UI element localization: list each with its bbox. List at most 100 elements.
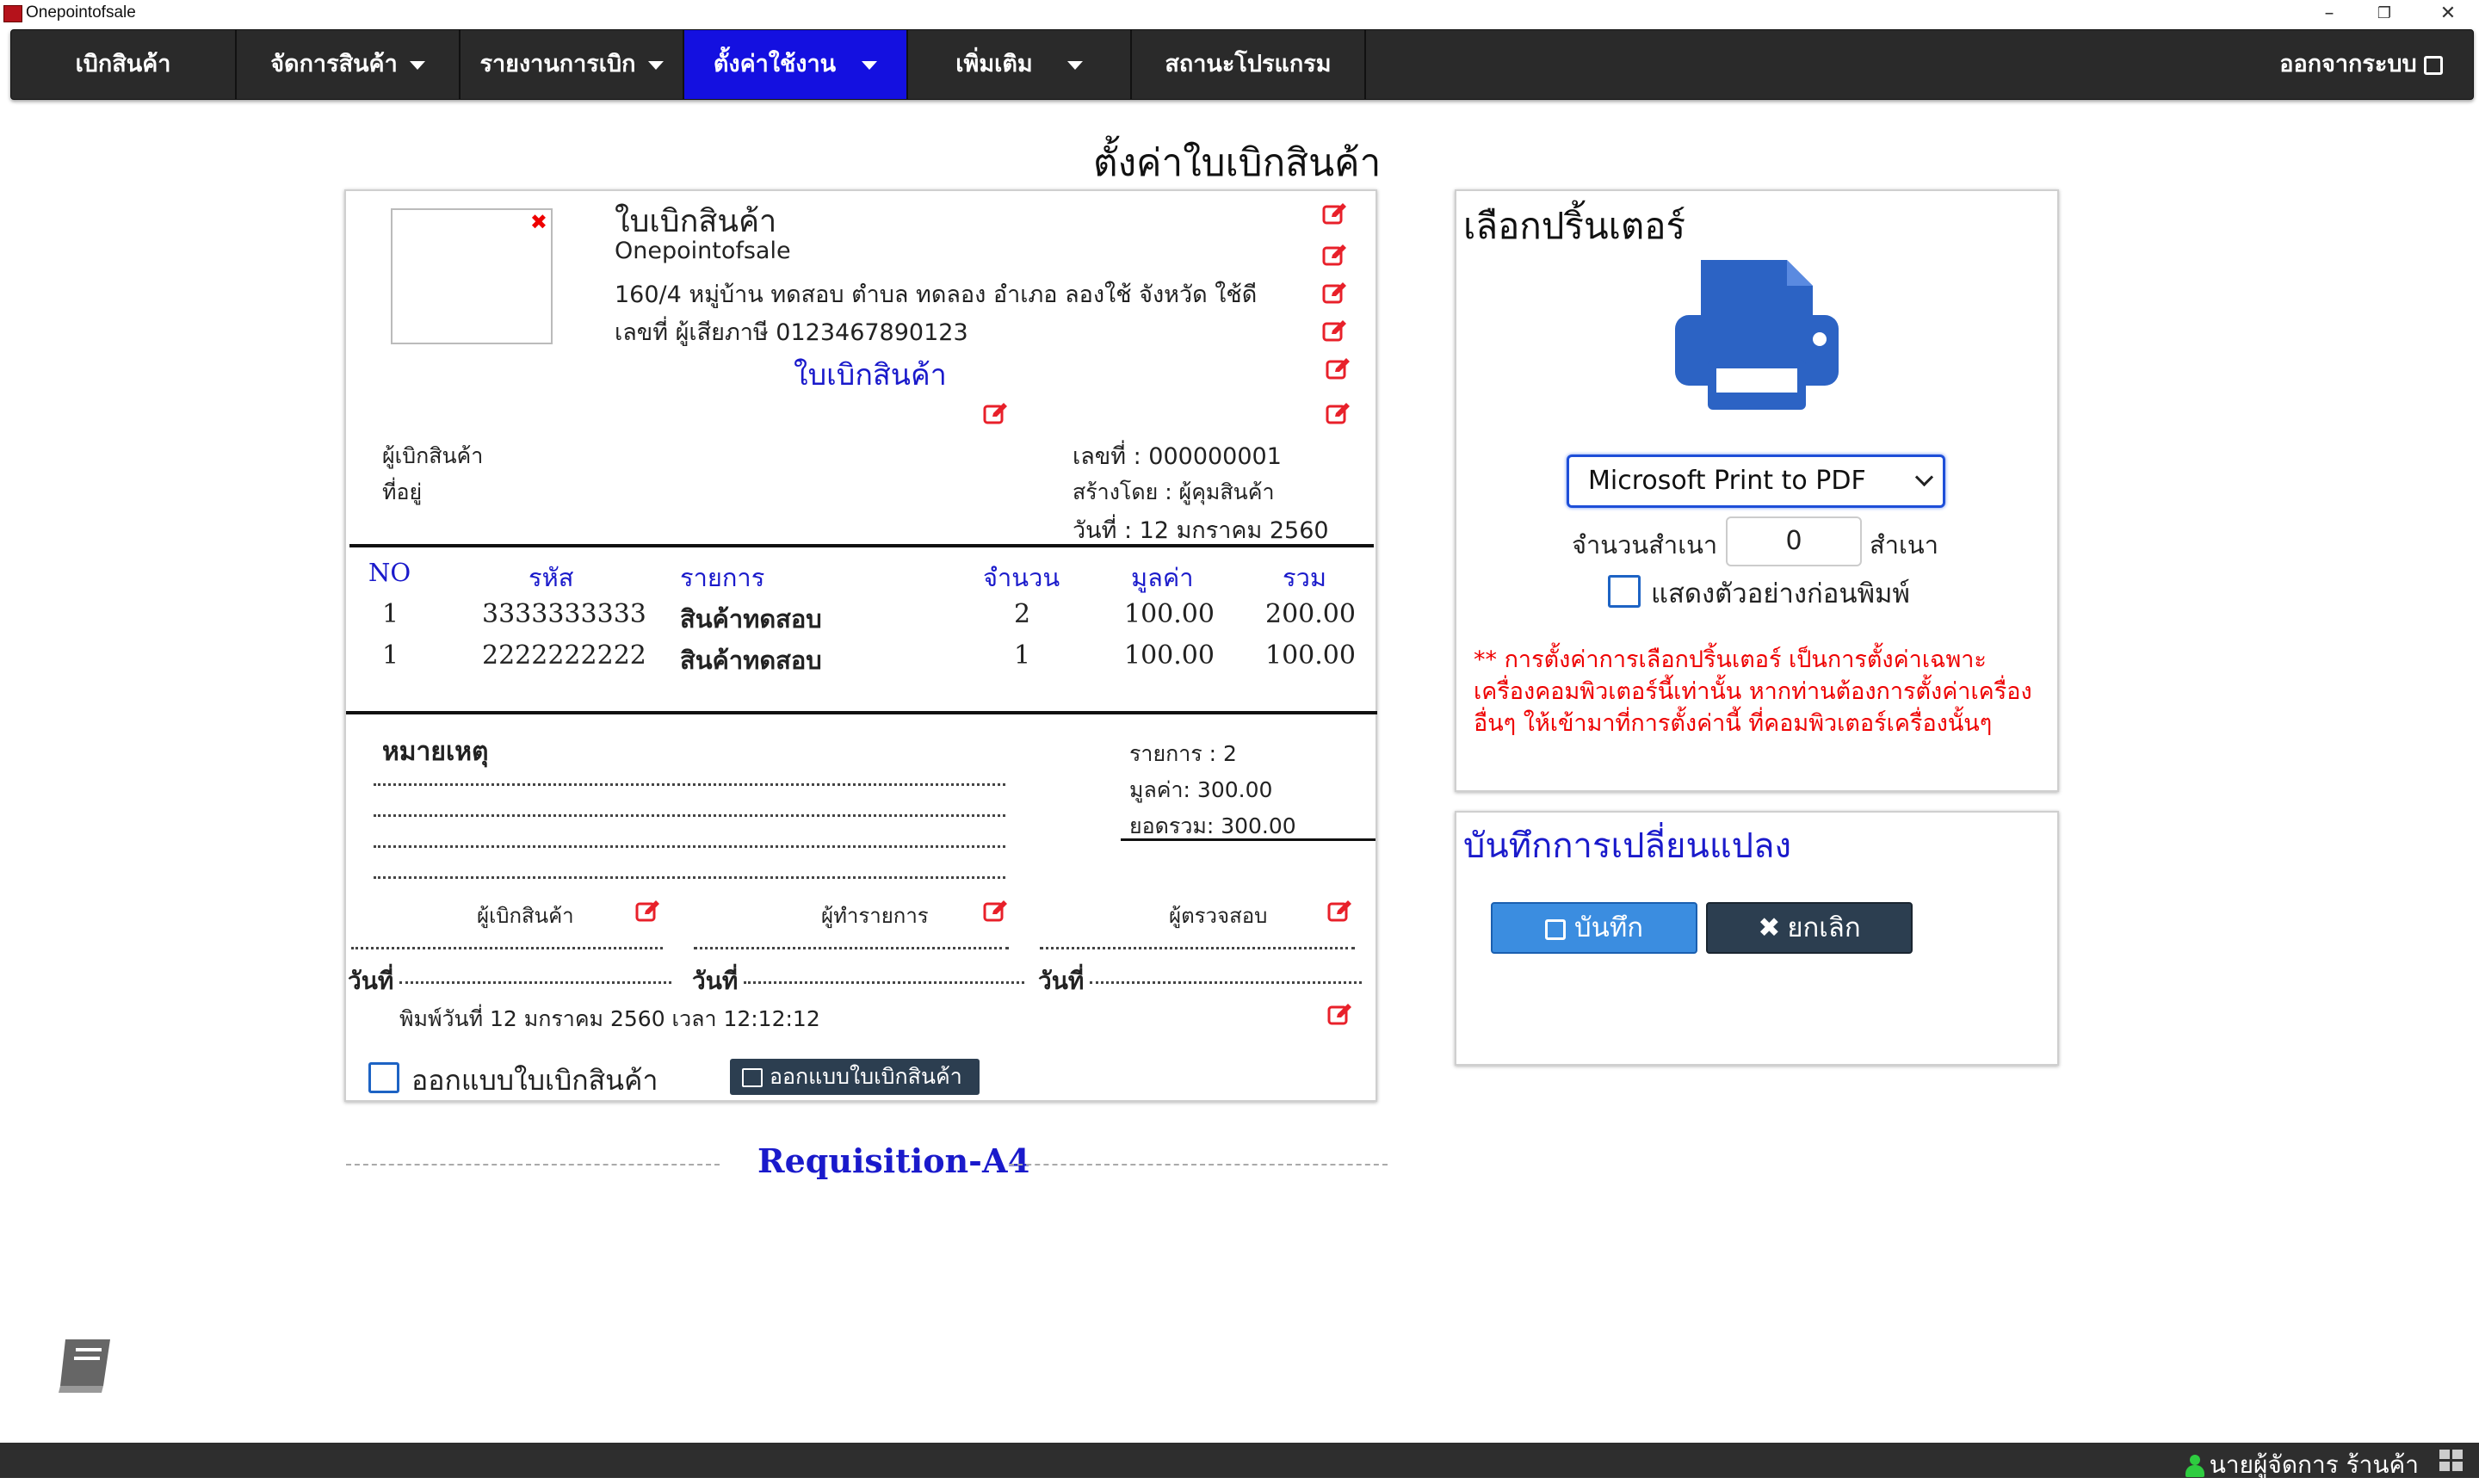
printer-panel-title: เลือกปริ้นเตอร์ [1463, 205, 1686, 247]
edit-icon[interactable] [1322, 318, 1348, 343]
table-row-total: 100.00 [1265, 640, 1356, 671]
template-name: Requisition-A4 [757, 1141, 1030, 1180]
table-row-code: 2222222222 [482, 640, 646, 671]
signature-line [694, 947, 1009, 949]
restore-button[interactable]: ❐ [2358, 0, 2410, 28]
chevron-down-icon [1914, 467, 1934, 487]
table-row-total: 200.00 [1265, 599, 1356, 629]
printer-icon [1675, 260, 1839, 410]
printer-select[interactable]: Microsoft Print to PDF [1567, 454, 1945, 508]
grid-icon[interactable] [2439, 1450, 2464, 1472]
edit-icon [742, 1068, 763, 1087]
table-row-item: สินค้าทดสอบ [680, 646, 822, 675]
copies-input[interactable]: 0 [1726, 516, 1862, 566]
table-row-qty: 2 [1014, 599, 1031, 629]
remark-line [374, 814, 1005, 817]
summary-rule [1121, 838, 1376, 841]
preview-label: แสดงตัวอย่างก่อนพิมพ์ [1651, 578, 1910, 609]
close-icon: ✖ [1758, 912, 1781, 943]
table-header-value: มูลค่า [1131, 563, 1194, 592]
logout-button[interactable]: ออกจากระบบ [2249, 30, 2473, 99]
close-button[interactable]: ✕ [2422, 0, 2474, 28]
edit-icon[interactable] [1327, 899, 1353, 923]
table-header-no: NO [368, 558, 411, 587]
sign-requester-label: ผู้เบิกสินค้า [477, 904, 574, 928]
design-checkbox-label: ออกแบบใบเบิกสินค้า [411, 1064, 658, 1097]
edit-icon[interactable] [1322, 281, 1348, 305]
edit-icon[interactable] [1322, 243, 1348, 267]
sign-date-label: วันที่ [692, 967, 739, 995]
nav-label: เบิกสินค้า [75, 51, 171, 77]
remove-logo-icon[interactable]: ✖ [530, 210, 547, 234]
logout-icon [2423, 55, 2443, 75]
save-button[interactable]: บันทึก [1491, 902, 1697, 954]
requester-label: ผู้เบิกสินค้า [382, 443, 484, 468]
nav-item-more[interactable]: เพิ่มเติม [908, 30, 1132, 99]
table-row-value: 100.00 [1124, 599, 1215, 629]
logout-label: ออกจากระบบ [2279, 51, 2417, 77]
chevron-down-icon [647, 60, 664, 70]
tax-id: เลขที่ ผู้เสียภาษี 0123467890123 [615, 319, 968, 346]
table-row-qty: 1 [1014, 640, 1031, 671]
table-header-item: รายการ [680, 563, 765, 592]
table-row-code: 3333333333 [482, 599, 646, 629]
nav-item-manage-products[interactable]: จัดการสินค้า [237, 30, 461, 99]
sign-date-label: วันที่ [1038, 967, 1085, 995]
remark-label: หมายเหตุ [382, 737, 489, 767]
created-by: สร้างโดย : ผู้คุมสินค้า [1073, 479, 1275, 504]
save-changes-title: บันทึกการเปลี่ยนแปลง [1463, 826, 1792, 866]
nav-label: รายงานการเบิก [479, 51, 636, 77]
address-label: ที่อยู่ [382, 479, 423, 504]
table-row-value: 100.00 [1124, 640, 1215, 671]
book-icon[interactable] [53, 1338, 115, 1394]
preview-checkbox[interactable] [1608, 575, 1641, 608]
edit-icon[interactable] [983, 401, 1009, 425]
app-icon [3, 5, 22, 22]
table-top-rule [349, 544, 1374, 547]
chevron-down-icon [1066, 60, 1083, 70]
edit-icon[interactable] [983, 899, 1009, 923]
divider [1009, 1164, 1388, 1166]
design-button-label: ออกแบบใบเบิกสินค้า [770, 1064, 962, 1089]
table-header-total: รวม [1283, 563, 1326, 592]
table-header-qty: จำนวน [983, 563, 1060, 592]
logo-placeholder[interactable]: ✖ [391, 208, 553, 344]
edit-icon[interactable] [635, 899, 661, 923]
sign-maker-label: ผู้ทำรายการ [821, 904, 929, 928]
nav-item-status[interactable]: สถานะโปรแกรม [1132, 30, 1366, 99]
nav-item-reports[interactable]: รายงานการเบิก [461, 30, 684, 99]
doc-date: วันที่ : 12 มกราคม 2560 [1073, 517, 1329, 544]
page-title: ตั้งค่าใบเบิกสินค้า [1093, 141, 1382, 185]
minimize-button[interactable]: – [2303, 0, 2355, 28]
company-address: 160/4 หมู่บ้าน ทดสอบ ตำบล ทดลอง อำเภอ ลอ… [615, 281, 1258, 308]
save-label: บันทึก [1573, 912, 1644, 943]
floppy-disk-icon [1544, 918, 1566, 940]
cancel-button[interactable]: ✖ ยกเลิก [1706, 902, 1913, 954]
summary-value: มูลค่า: 300.00 [1129, 777, 1273, 802]
design-checkbox[interactable] [368, 1062, 399, 1093]
edit-icon[interactable] [1326, 356, 1351, 380]
status-bar: นายผู้จัดการ ร้านค้า [0, 1443, 2479, 1479]
date-line [1090, 981, 1362, 984]
print-timestamp: พิมพ์วันที่ 12 มกราคม 2560 เวลา 12:12:12 [399, 1006, 820, 1031]
chevron-down-icon [862, 60, 878, 70]
doc-heading: ใบเบิกสินค้า [794, 358, 947, 393]
cancel-label: ยกเลิก [1787, 912, 1861, 943]
sign-date-label: วันที่ [348, 967, 394, 995]
remark-line [374, 783, 1005, 786]
edit-icon[interactable] [1327, 1002, 1353, 1026]
table-row-no: 1 [382, 599, 399, 629]
doc-number: เลขที่ : 000000001 [1073, 443, 1282, 470]
main-navbar: เบิกสินค้า จัดการสินค้า รายงานการเบิก ตั… [10, 29, 2474, 100]
edit-icon[interactable] [1326, 401, 1351, 425]
nav-label: จัดการสินค้า [270, 51, 398, 77]
edit-icon[interactable] [1322, 201, 1348, 226]
date-line [399, 981, 671, 984]
current-user-name: นายผู้จัดการ ร้านค้า [2209, 1450, 2419, 1479]
design-form-button[interactable]: ออกแบบใบเบิกสินค้า [730, 1059, 980, 1095]
summary-items: รายการ : 2 [1129, 741, 1237, 766]
nav-item-settings[interactable]: ตั้งค่าใช้งาน [684, 30, 908, 99]
window-titlebar: Onepointofsale – ❐ ✕ [0, 0, 2479, 28]
nav-item-requisition[interactable]: เบิกสินค้า [11, 30, 237, 99]
sign-checker-label: ผู้ตรวจสอบ [1169, 904, 1268, 928]
